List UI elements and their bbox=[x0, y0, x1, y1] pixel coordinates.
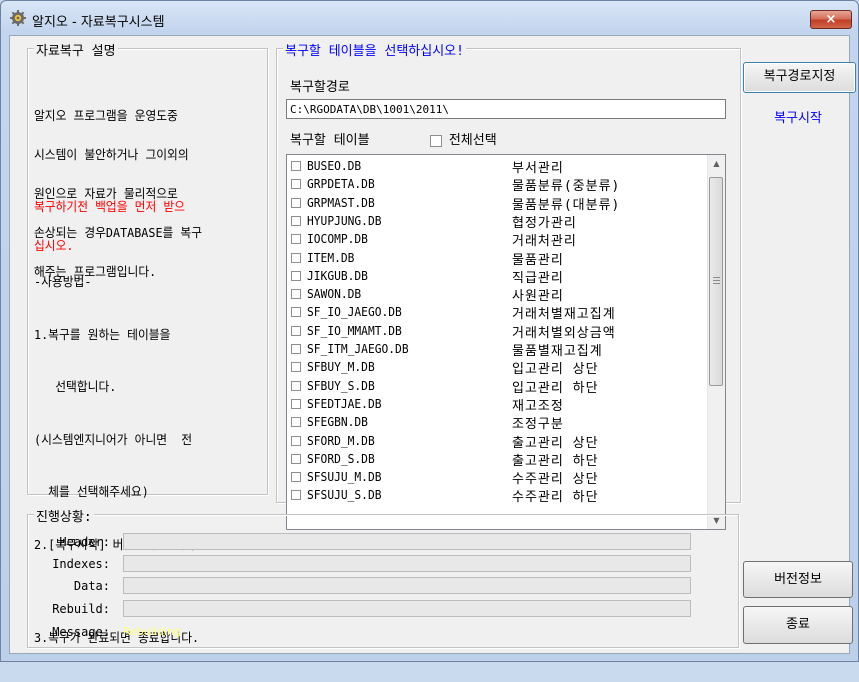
select-all-checkbox[interactable]: 전체선택 bbox=[430, 129, 497, 148]
table-file-name: GRPDETA.DB bbox=[307, 176, 375, 192]
table-description: 물품관리 bbox=[512, 252, 564, 268]
table-file-name: SFORD_M.DB bbox=[307, 432, 375, 448]
table-checkbox[interactable] bbox=[291, 380, 301, 391]
start-button[interactable]: 복구시작 bbox=[743, 104, 853, 134]
data-label: Data: bbox=[73, 579, 110, 593]
close-button[interactable]: × bbox=[810, 10, 852, 29]
data-progress-bar bbox=[123, 577, 691, 594]
table-checkbox[interactable] bbox=[291, 325, 301, 336]
exit-label: 종료 bbox=[786, 617, 810, 632]
table-description: 물품분류(대분류) bbox=[512, 197, 621, 213]
table-description: 입고관리 하단 bbox=[512, 380, 599, 396]
table-description: 조정구분 bbox=[512, 417, 564, 433]
table-checklist[interactable]: BUSEO.DB 부서관리 GRPDETA.DB 물품분류(중분류) GRPMAST.D… bbox=[286, 154, 726, 530]
close-icon: × bbox=[825, 12, 837, 27]
window-title: 알지오 - 자료복구시스템 bbox=[32, 15, 165, 30]
indexes-label: Indexes: bbox=[52, 557, 110, 571]
table-description: 출고관리 하단 bbox=[512, 453, 599, 469]
title-bar[interactable]: 알지오 - 자료복구시스템 × bbox=[1, 1, 858, 35]
table-checkbox[interactable] bbox=[291, 490, 301, 501]
table-file-name: SFORD_S.DB bbox=[307, 450, 375, 466]
table-checkbox[interactable] bbox=[291, 179, 301, 190]
table-description: 협정가관리 bbox=[512, 215, 577, 231]
table-description: 출고관리 상단 bbox=[512, 435, 599, 451]
table-file-name: SF_IO_JAEGO.DB bbox=[307, 304, 402, 320]
table-description: 거래처관리 bbox=[512, 234, 577, 250]
header-progress-bar bbox=[123, 533, 691, 550]
table-description: 물품별재고집계 bbox=[512, 344, 603, 359]
table-description: 입고관리 상단 bbox=[512, 362, 599, 378]
tables-label: 복구할 테이블 bbox=[290, 133, 370, 148]
table-file-name: JIKGUB.DB bbox=[307, 267, 368, 283]
table-checkbox[interactable] bbox=[291, 289, 301, 300]
table-checkbox[interactable] bbox=[291, 234, 301, 245]
version-info-label: 버전정보 bbox=[774, 572, 822, 587]
app-window: 알지오 - 자료복구시스템 × 자료복구 설명 알지오 프로그램을 운영도중 시… bbox=[0, 0, 859, 662]
message-value: Rebuilding bbox=[123, 625, 181, 638]
table-checkbox[interactable] bbox=[291, 270, 301, 281]
table-checkbox[interactable] bbox=[291, 344, 301, 354]
table-file-name: SAWON.DB bbox=[307, 286, 362, 302]
table-checkbox[interactable] bbox=[291, 472, 301, 483]
grip-line bbox=[713, 277, 720, 278]
table-checkbox[interactable] bbox=[291, 252, 301, 263]
progress-legend: 진행상황: bbox=[34, 506, 94, 525]
table-description: 물품분류(중분류) bbox=[512, 179, 621, 195]
table-select-legend: 복구할 테이블을 선택하십시오! bbox=[283, 40, 466, 59]
table-file-name: SFSUJU_M.DB bbox=[307, 469, 382, 485]
table-description: 거래처별외상금액 bbox=[512, 325, 616, 341]
table-file-name: SFBUY_S.DB bbox=[307, 377, 375, 393]
select-all-label: 전체선택 bbox=[448, 133, 497, 148]
table-checkbox[interactable] bbox=[291, 453, 301, 464]
table-file-name: GRPMAST.DB bbox=[307, 194, 375, 210]
table-file-name: SFEGBN.DB bbox=[307, 414, 368, 430]
grip-line bbox=[713, 283, 720, 284]
table-checkbox[interactable] bbox=[291, 417, 301, 428]
table-file-name: SFSUJU_S.DB bbox=[307, 487, 382, 503]
message-label: Message: bbox=[52, 625, 110, 639]
description-legend: 자료복구 설명 bbox=[34, 40, 118, 59]
table-description: 사원관리 bbox=[512, 289, 564, 305]
table-file-name: SFEDTJAE.DB bbox=[307, 395, 382, 411]
exit-button[interactable]: 종료 bbox=[743, 606, 853, 644]
table-checkbox[interactable] bbox=[291, 215, 301, 226]
version-info-button[interactable]: 버전정보 bbox=[743, 561, 853, 598]
scroll-up-icon[interactable]: ▲ bbox=[708, 155, 725, 172]
rebuild-progress-bar bbox=[123, 600, 691, 617]
table-checkbox[interactable] bbox=[291, 161, 301, 171]
table-file-name: BUSEO.DB bbox=[307, 158, 362, 173]
table-description: 수주관리 상단 bbox=[512, 472, 599, 488]
table-description: 부서관리 bbox=[512, 161, 564, 176]
table-file-name: SFBUY_M.DB bbox=[307, 359, 375, 375]
select-all-box[interactable] bbox=[430, 134, 442, 147]
table-file-name: SF_IO_MMAMT.DB bbox=[307, 322, 402, 338]
table-description: 재고조정 bbox=[512, 398, 564, 414]
table-file-name: IOCOMP.DB bbox=[307, 231, 368, 247]
path-label: 복구할경로 bbox=[290, 80, 350, 95]
table-description: 거래처별재고집계 bbox=[512, 307, 616, 323]
start-label: 복구시작 bbox=[774, 111, 822, 126]
table-file-name: SF_ITM_JAEGO.DB bbox=[307, 341, 409, 356]
gear-icon bbox=[10, 10, 26, 26]
table-checkbox[interactable] bbox=[291, 197, 301, 208]
client-area: 자료복구 설명 알지오 프로그램을 운영도중 시스템이 불안하거나 그이외의 원… bbox=[9, 35, 856, 654]
grip-line bbox=[713, 280, 720, 281]
table-checkbox[interactable] bbox=[291, 362, 301, 373]
restore-path-field[interactable]: C:\RGODATA\DB\1001\2011\ bbox=[286, 99, 726, 119]
rebuild-label: Rebuild: bbox=[52, 602, 110, 616]
table-checkbox[interactable] bbox=[291, 307, 301, 318]
table-checkbox[interactable] bbox=[291, 435, 301, 446]
table-file-name: HYUPJUNG.DB bbox=[307, 212, 382, 228]
table-description: 직급관리 bbox=[512, 270, 564, 286]
set-path-label: 복구경로지정 bbox=[763, 69, 836, 84]
vertical-scrollbar[interactable]: ▲ ▼ bbox=[707, 155, 725, 529]
table-description: 수주관리 하단 bbox=[512, 490, 599, 506]
description-group: 자료복구 설명 알지오 프로그램을 운영도중 시스템이 불안하거나 그이외의 원… bbox=[27, 40, 268, 645]
header-label: Header: bbox=[59, 535, 110, 549]
indexes-progress-bar bbox=[123, 555, 691, 572]
table-file-name: ITEM.DB bbox=[307, 249, 355, 265]
set-path-button[interactable]: 복구경로지정 bbox=[743, 62, 856, 93]
scroll-thumb[interactable] bbox=[709, 177, 723, 386]
table-checkbox[interactable] bbox=[291, 398, 301, 409]
